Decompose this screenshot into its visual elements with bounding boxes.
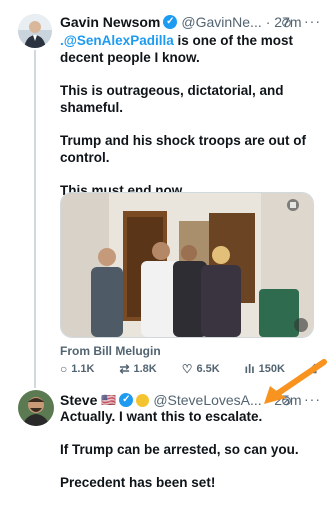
verified-badge-icon: ✓ xyxy=(163,15,178,29)
tweet-video[interactable] xyxy=(60,192,314,338)
text-para3: Precedent has been set! xyxy=(60,475,216,490)
verified-badge-icon: ✓ xyxy=(119,393,134,407)
text-para2: This is outrageous, dictatorial, and sha… xyxy=(60,83,284,115)
video-source[interactable]: From Bill Melugin xyxy=(60,344,161,358)
text-para1: Actually. I want this to escalate. xyxy=(60,409,263,424)
avatar[interactable] xyxy=(18,14,52,48)
repost-count: 1.8K xyxy=(133,363,157,375)
emoji-badge-icon xyxy=(136,393,150,407)
tweet-text: .@SenAlexPadilla is one of the most dece… xyxy=(60,32,316,215)
more-options-icon[interactable]: ··· xyxy=(304,13,321,29)
repost-icon: ⇄ xyxy=(119,362,130,376)
reply-icon: ○ xyxy=(60,362,68,376)
flag-icon: 🇺🇸 xyxy=(101,393,117,407)
author-name[interactable]: Gavin Newsom xyxy=(60,14,160,30)
reply-count: 1.1K xyxy=(71,363,95,375)
mention-link[interactable]: .@SenAlexPadilla xyxy=(60,33,174,48)
repost-button[interactable]: ⇄ 1.8K xyxy=(119,362,156,376)
author-handle[interactable]: @GavinNe... xyxy=(181,14,261,30)
grok-icon[interactable]: ⊘ xyxy=(281,15,292,31)
like-button[interactable]: ♡ 6.5K xyxy=(182,362,220,376)
heart-icon: ♡ xyxy=(181,362,193,376)
annotation-arrow-icon xyxy=(264,359,327,404)
text-para3: Trump and his shock troops are out of co… xyxy=(60,133,307,165)
views-icon: ılı xyxy=(244,362,255,376)
author-handle[interactable]: @SteveLovesA... xyxy=(153,392,261,408)
tweet-header: Gavin Newsom ✓ @GavinNe... · 27m xyxy=(60,14,302,30)
author-name[interactable]: Steve xyxy=(60,392,97,408)
thread-line xyxy=(34,50,36,388)
reply-button[interactable]: ○ 1.1K xyxy=(60,362,95,376)
avatar[interactable] xyxy=(18,390,54,426)
text-para2: If Trump can be arrested, so can you. xyxy=(60,442,299,457)
like-count: 6.5K xyxy=(196,363,220,375)
tweet-text: Actually. I want this to escalate. If Tr… xyxy=(60,408,316,507)
